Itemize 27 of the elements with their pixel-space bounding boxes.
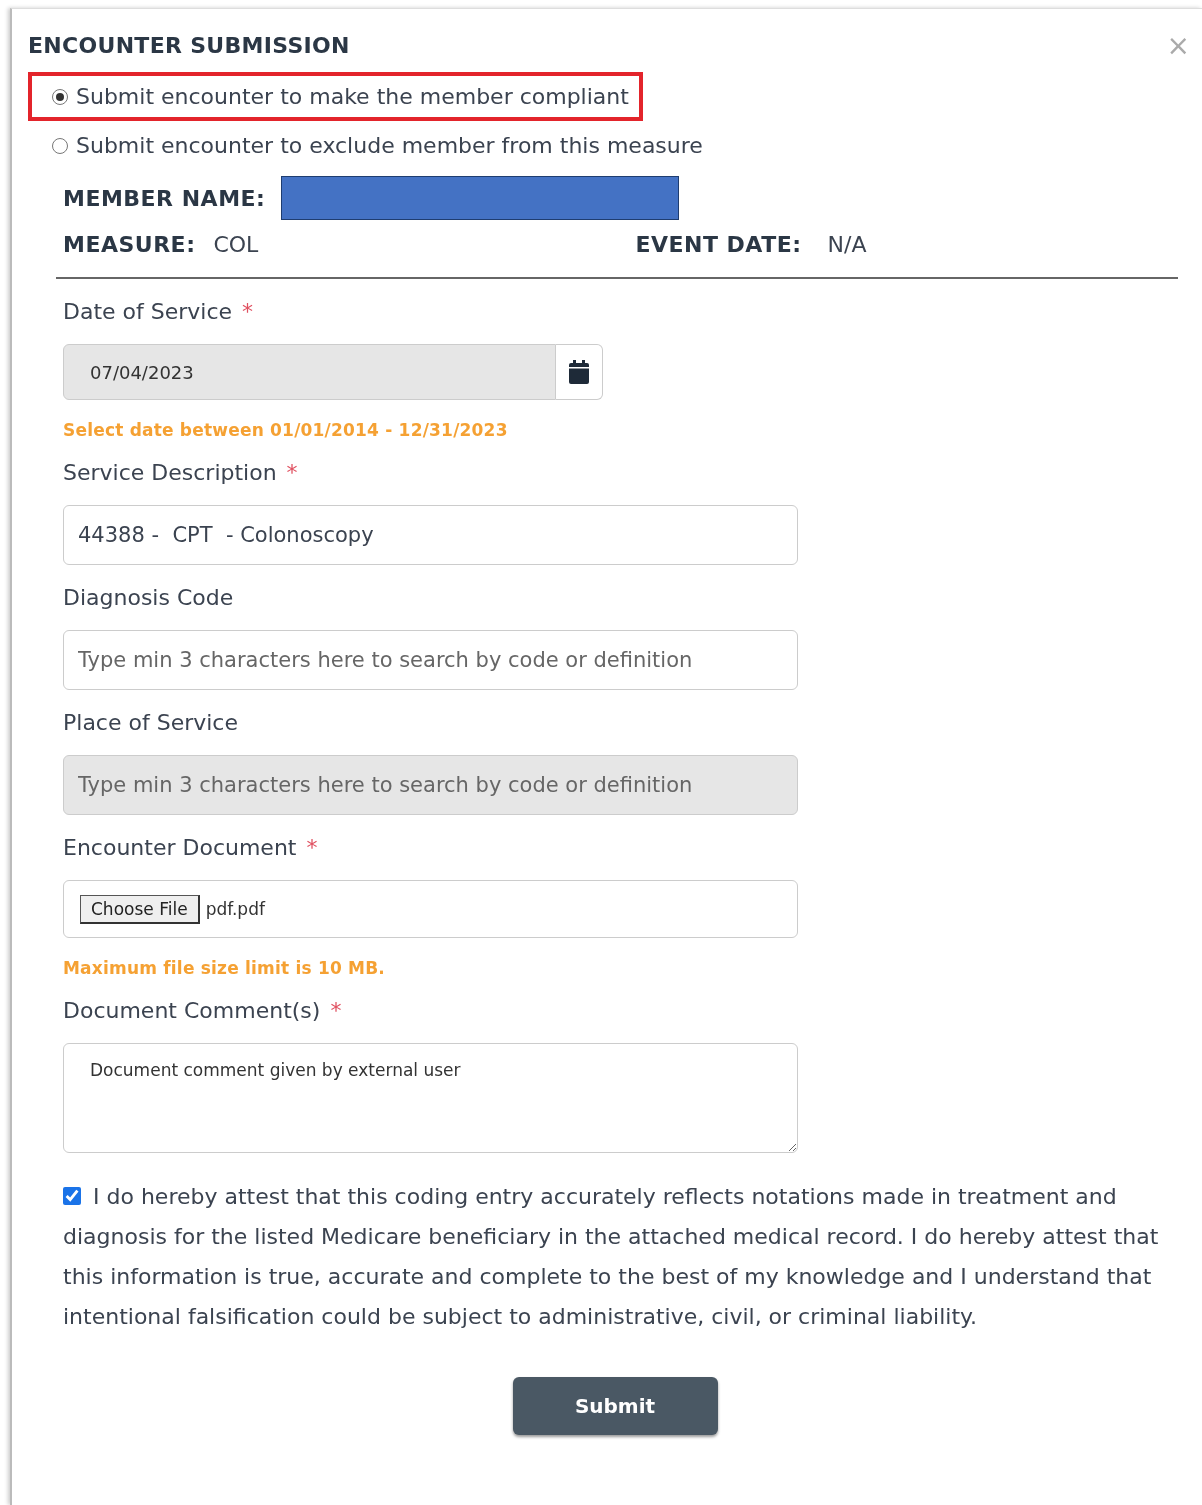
field-label: Diagnosis Code (63, 585, 235, 610)
text-field[interactable]: 44388 - CPT - Colonoscopy (63, 505, 798, 565)
submit-button[interactable]: Submit (512, 1377, 718, 1435)
choose-file-button[interactable]: Choose File (80, 894, 200, 924)
field-label: Place of Service (63, 710, 239, 735)
file-name: pdf.pdf (205, 899, 265, 919)
text-field[interactable]: Type min 3 characters here to search by code or definition (63, 630, 798, 690)
event-date-value: N/A (827, 232, 867, 257)
comment-field[interactable]: Document comment given by external user (63, 1043, 798, 1153)
hint-text: Select date between 01/01/2014 - 12/31/2023 (63, 420, 509, 440)
measure-value: COL (213, 232, 260, 257)
attestation-checkbox[interactable] (63, 1187, 81, 1205)
calendar-icon (569, 360, 589, 384)
field-label: Service Description * (63, 460, 299, 485)
file-field[interactable]: Choose File pdf.pdf (63, 880, 798, 938)
radio-option[interactable]: Submit encounter to exclude member from this measure (28, 121, 717, 170)
field-label: Document Comment(s) * (63, 998, 343, 1023)
attestation-text: I do hereby attest that this coding entry accurately reflects notations made in treatment and diagnosis for the listed Medicare beneficiary in the attached medical record. I do hereby attest that this information is true, accurate and complete to the best of my knowledge and I understand that intentional falsification could be subject to administrative, civil, or criminal liability. (63, 1183, 1160, 1331)
member-name-label: MEMBER NAME: (63, 185, 266, 211)
event-date-label: EVENT DATE: (635, 232, 802, 257)
hint-text: Maximum file size limit is 10 MB. (63, 958, 387, 978)
field-label: Date of Service * (63, 299, 255, 324)
calendar-button[interactable] (556, 344, 603, 400)
dialog-title: ENCOUNTER SUBMISSION (28, 33, 350, 58)
highlighted-radio-option[interactable]: Submit encounter to make the member compliant (28, 72, 643, 121)
field-label: Encounter Document * (63, 835, 319, 860)
measure-label: MEASURE: (63, 232, 196, 257)
